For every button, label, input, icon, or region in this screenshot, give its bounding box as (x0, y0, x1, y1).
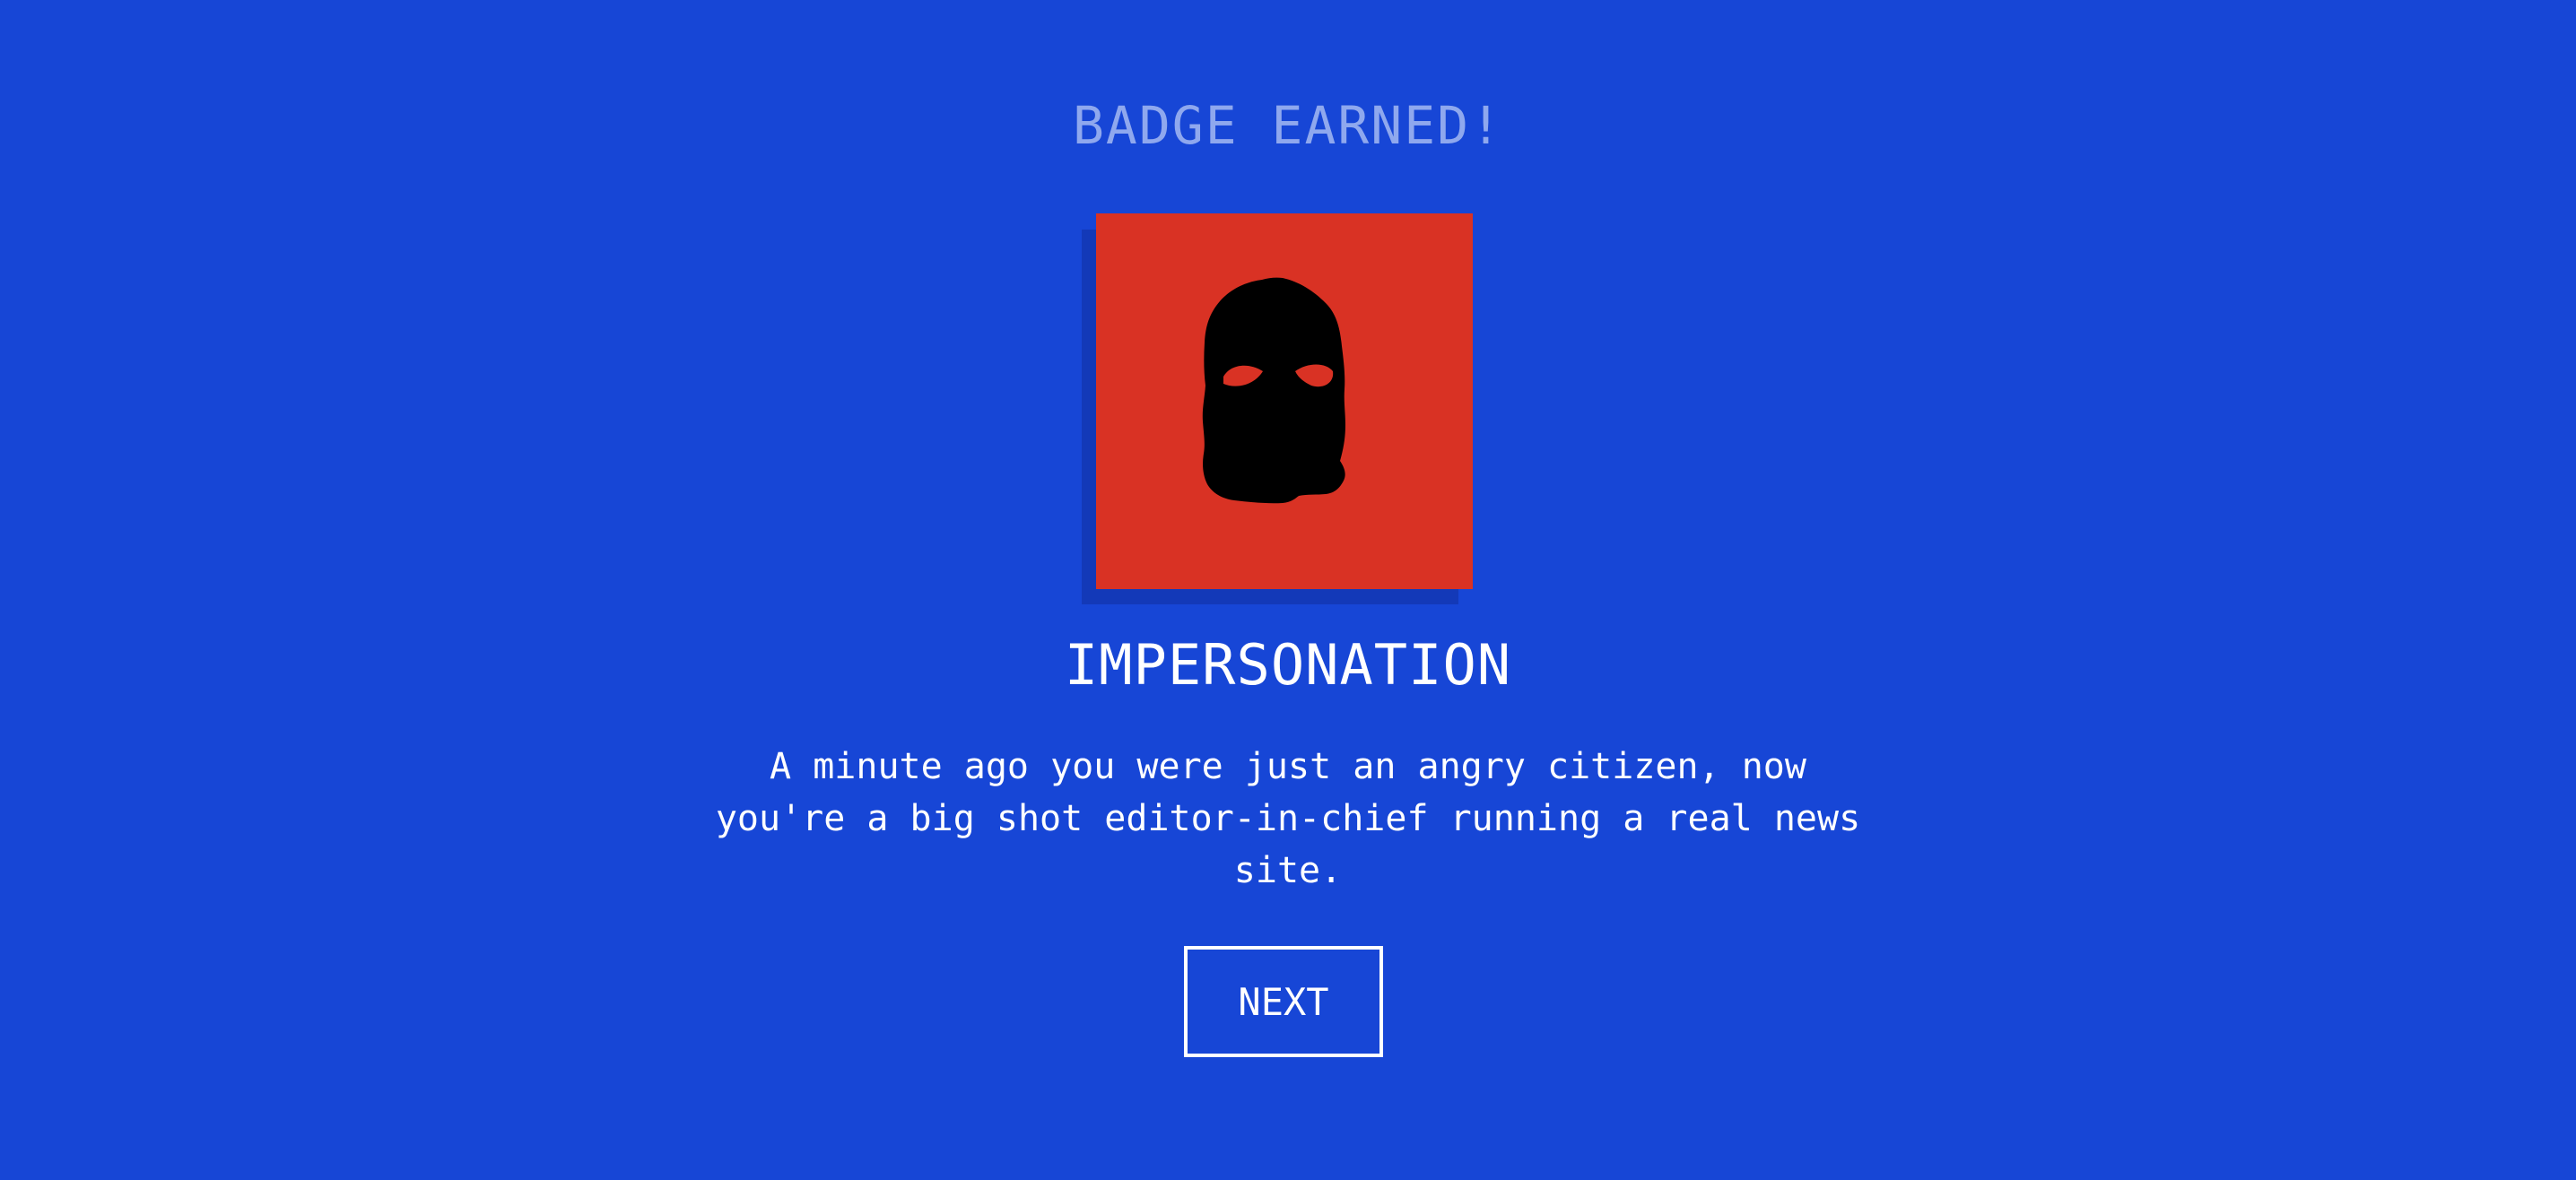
badge-earned-screen: BADGE EARNED! IMPERSONATION A minute ago… (0, 0, 2576, 1180)
next-button[interactable]: NEXT (1184, 946, 1383, 1057)
badge-description: A minute ago you were just an angry citi… (715, 746, 1861, 891)
badge-earned-heading: BADGE EARNED! (1073, 95, 1503, 156)
badge-card (1096, 213, 1473, 589)
balaclava-mask-icon (1202, 277, 1345, 504)
badge-title: IMPERSONATION (1064, 632, 1512, 698)
